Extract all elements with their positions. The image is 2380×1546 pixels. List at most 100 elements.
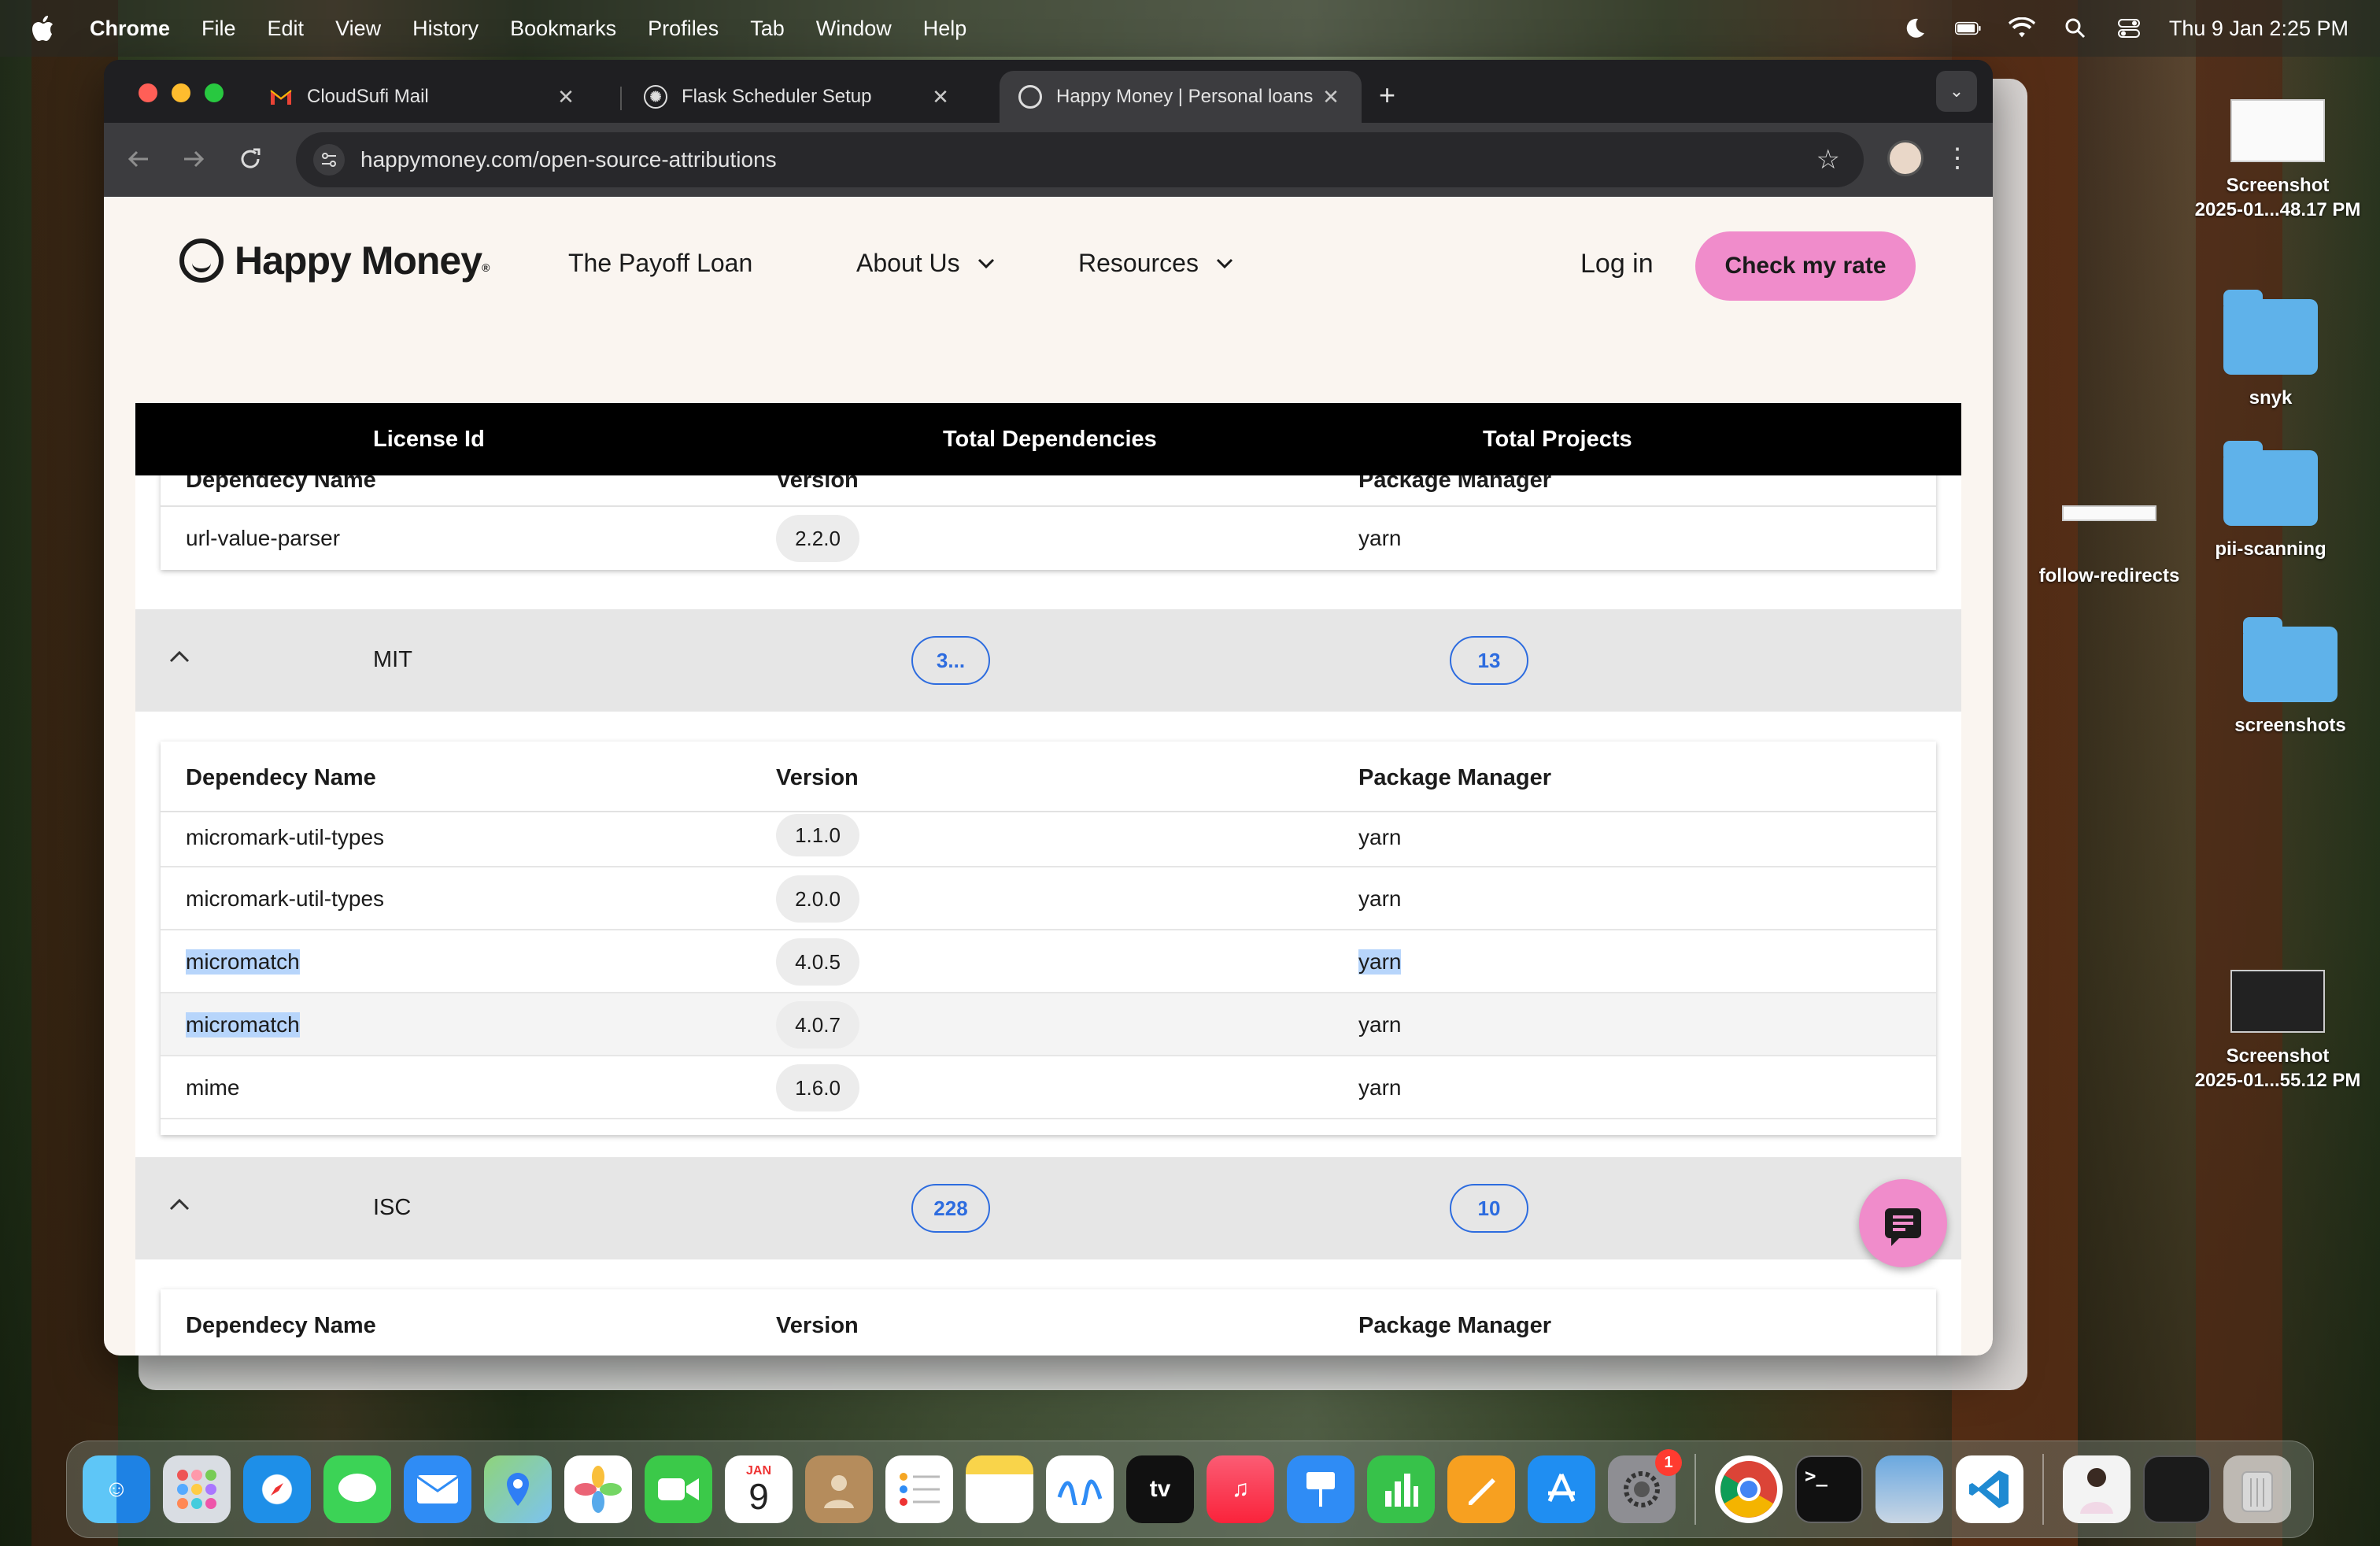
nav-resources[interactable]: Resources (1078, 249, 1233, 278)
tab-happy-money[interactable]: Happy Money | Personal loans ✕ (1000, 71, 1362, 123)
reload-button[interactable] (233, 142, 268, 176)
tab-cloudsufi-mail[interactable]: CloudSufi Mail ✕ (250, 71, 597, 123)
version-chip: 2.0.0 (776, 875, 859, 923)
mail-icon[interactable] (404, 1455, 471, 1523)
nav-label: About Us (856, 249, 960, 277)
photos-icon[interactable] (564, 1455, 632, 1523)
total-dependencies-badge[interactable]: 3... (911, 636, 990, 685)
browser-menu-icon[interactable]: ⋮ (1944, 139, 1971, 178)
total-dependencies-badge[interactable]: 228 (911, 1184, 990, 1233)
launchpad-icon[interactable] (163, 1455, 231, 1523)
happy-money-logo[interactable]: Happy Money ® (179, 238, 490, 283)
desktop-item-label: follow-redirects (2038, 565, 2180, 586)
freeform-icon[interactable] (1046, 1455, 1114, 1523)
terminal-window-thumbnail[interactable] (2143, 1455, 2211, 1523)
finder-icon[interactable]: ☺ (83, 1455, 150, 1523)
safari-icon[interactable] (243, 1455, 311, 1523)
tab-flask-scheduler[interactable]: ✺ Flask Scheduler Setup ✕ (625, 71, 971, 123)
menu-window[interactable]: Window (816, 17, 892, 41)
battery-icon[interactable] (1954, 17, 1982, 40)
total-projects-badge[interactable]: 13 (1450, 636, 1528, 685)
keynote-icon[interactable] (1287, 1455, 1354, 1523)
pages-icon[interactable] (1447, 1455, 1515, 1523)
menu-profiles[interactable]: Profiles (648, 17, 719, 41)
contacts-icon[interactable] (805, 1455, 873, 1523)
close-tab-icon[interactable]: ✕ (929, 85, 952, 109)
desktop-screenshot-1[interactable]: Screenshot 2025-01...48.17 PM (2175, 99, 2380, 222)
menubar-clock[interactable]: Thu 9 Jan 2:25 PM (2169, 17, 2349, 41)
chrome-icon[interactable] (1715, 1455, 1783, 1523)
folder-icon (2223, 290, 2318, 375)
tab-search-button[interactable]: ⌄ (1936, 71, 1977, 112)
desktop-folder-screenshots[interactable]: screenshots (2219, 617, 2361, 738)
chatgpt-icon: ✺ (644, 85, 667, 109)
chat-button[interactable] (1859, 1179, 1947, 1267)
wifi-icon[interactable] (2008, 17, 2035, 40)
reminders-icon[interactable] (885, 1455, 953, 1523)
terminal-icon[interactable]: >_ (1795, 1455, 1863, 1523)
nav-payoff-loan[interactable]: The Payoff Loan (568, 249, 752, 278)
total-projects-badge[interactable]: 10 (1450, 1184, 1528, 1233)
minimize-window-button[interactable] (172, 83, 190, 102)
apple-tv-icon[interactable]: tv (1126, 1455, 1194, 1523)
spotlight-search-icon[interactable] (2062, 17, 2089, 40)
music-icon[interactable]: ♫ (1207, 1455, 1274, 1523)
notes-icon[interactable] (966, 1455, 1033, 1523)
chevron-up-icon[interactable] (168, 1193, 190, 1215)
address-bar[interactable]: happymoney.com/open-source-attributions … (296, 132, 1864, 187)
maximize-window-button[interactable] (205, 83, 224, 102)
login-link[interactable]: Log in (1580, 249, 1654, 279)
desktop-folder-snyk[interactable]: snyk (2219, 290, 2322, 410)
license-group-isc[interactable]: ISC 228 10 (135, 1157, 1961, 1259)
system-settings-icon[interactable]: 1 (1608, 1449, 1682, 1523)
facetime-icon[interactable] (645, 1455, 712, 1523)
desktop-item-label: Screenshot 2025-01...48.17 PM (2194, 175, 2361, 221)
profile-photo-window-thumbnail[interactable] (2063, 1455, 2131, 1523)
site-info-icon[interactable] (313, 144, 345, 176)
numbers-icon[interactable] (1367, 1455, 1435, 1523)
profile-avatar[interactable] (1887, 140, 1924, 176)
back-button[interactable] (121, 142, 156, 176)
messages-icon[interactable] (323, 1455, 391, 1523)
chevron-up-icon[interactable] (168, 645, 190, 668)
app-store-icon[interactable] (1528, 1455, 1595, 1523)
close-tab-icon[interactable]: ✕ (1319, 85, 1343, 109)
nav-about-us[interactable]: About Us (856, 249, 995, 278)
check-my-rate-button[interactable]: Check my rate (1695, 231, 1916, 301)
license-group-mit[interactable]: MIT 3... 13 (135, 609, 1961, 712)
dependency-name: url-value-parser (186, 526, 341, 550)
vscode-icon[interactable] (1956, 1455, 2023, 1523)
bookmark-star-icon[interactable]: ☆ (1816, 144, 1840, 176)
control-center-icon[interactable] (2116, 17, 2142, 40)
desktop-folder-pii-scanning[interactable]: pii-scanning (2204, 441, 2338, 561)
version-chip: 4.0.5 (776, 938, 859, 986)
new-tab-button[interactable]: + (1379, 79, 1395, 112)
tab-divider (620, 87, 622, 110)
macos-dock: ☺ JAN 9 tv ♫ 1 >_ (66, 1441, 2314, 1538)
close-tab-icon[interactable]: ✕ (554, 85, 578, 109)
menu-tab[interactable]: Tab (750, 17, 785, 41)
menu-view[interactable]: View (335, 17, 381, 41)
table-row: micromark-util-types 2.0.0 yarn (161, 867, 1936, 930)
maps-icon[interactable] (484, 1455, 552, 1523)
close-window-button[interactable] (139, 83, 157, 102)
calendar-icon[interactable]: JAN 9 (725, 1455, 793, 1523)
col-version: Version (776, 1313, 859, 1338)
menu-file[interactable]: File (201, 17, 236, 41)
menu-history[interactable]: History (412, 17, 479, 41)
preview-icon[interactable] (1876, 1455, 1943, 1523)
url-text[interactable]: happymoney.com/open-source-attributions (360, 147, 777, 172)
apple-icon[interactable] (31, 15, 55, 42)
gmail-icon (269, 85, 293, 109)
menu-edit[interactable]: Edit (268, 17, 305, 41)
desktop-screenshot-2[interactable]: Screenshot 2025-01...55.12 PM (2175, 970, 2380, 1093)
menu-help[interactable]: Help (923, 17, 967, 41)
version-chip: 2.2.0 (776, 515, 859, 562)
trash-icon[interactable] (2223, 1455, 2291, 1523)
menu-app-chrome[interactable]: Chrome (90, 17, 170, 41)
menu-bookmarks[interactable]: Bookmarks (510, 17, 616, 41)
forward-button[interactable] (176, 142, 211, 176)
col-dependency-name: Dependecy Name (186, 1313, 376, 1338)
desktop-file-follow-redirects[interactable]: follow-redirects (2023, 504, 2196, 588)
moon-icon[interactable] (1901, 17, 1928, 40)
